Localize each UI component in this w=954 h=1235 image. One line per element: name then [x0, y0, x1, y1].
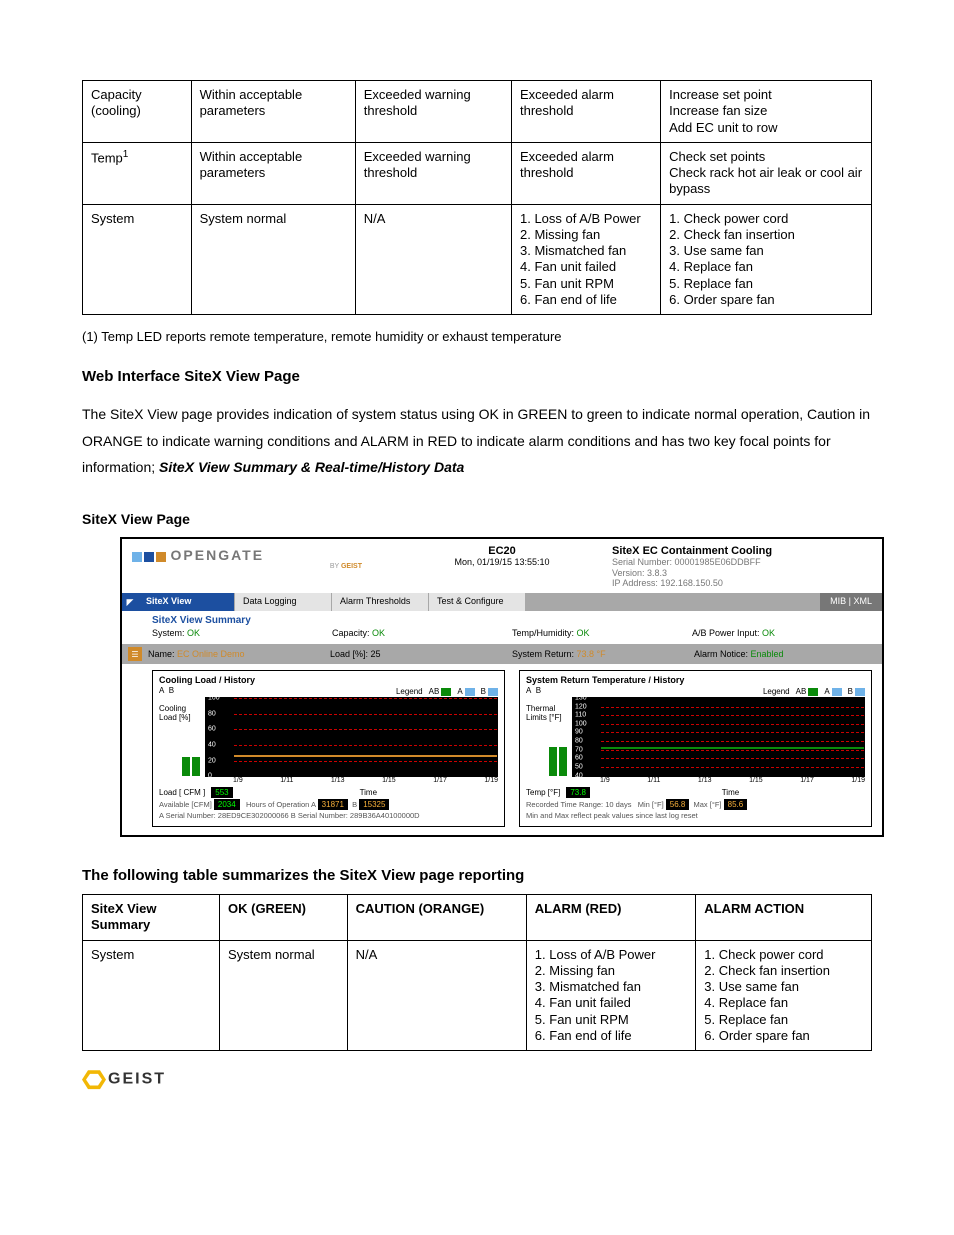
chart-system-return: System Return Temperature / History A BT…: [519, 670, 872, 827]
chart-cooling-load: Cooling Load / History A BCooling Load […: [152, 670, 505, 827]
mib-xml-link[interactable]: MIB | XML: [820, 593, 882, 611]
footnote-temp: (1) Temp LED reports remote temperature,…: [82, 329, 872, 344]
sitex-screenshot: OPENGATE BY GEIST EC20 Mon, 01/19/15 13:…: [120, 537, 884, 837]
paragraph-sitex-desc: The SiteX View page provides indication …: [82, 401, 872, 481]
tab-bar: ◤ SiteX View Data Logging Alarm Threshol…: [122, 593, 882, 611]
tab-data-logging[interactable]: Data Logging: [235, 593, 332, 611]
tab-sitex-view[interactable]: SiteX View: [138, 593, 235, 611]
status-table-top: Capacity (cooling)Within acceptable para…: [82, 80, 872, 315]
geist-hex-icon: [82, 1069, 106, 1090]
paragraph-emphasis: SiteX View Summary & Real-time/History D…: [159, 459, 464, 475]
corner-icon[interactable]: ◤: [122, 593, 138, 611]
sitex-summary: SiteX View Summary System: OKCapacity: O…: [122, 611, 882, 644]
footer-brand-geist: GEIST: [82, 1069, 872, 1090]
heading-table-summary: The following table summarizes the SiteX…: [82, 867, 872, 884]
heading-web-interface: Web Interface SiteX View Page: [82, 368, 872, 385]
tab-alarm-thresholds[interactable]: Alarm Thresholds: [332, 593, 429, 611]
header-center: EC20 Mon, 01/19/15 13:55:10: [402, 539, 602, 593]
device-row: ☰ Name: EC Online DemoLoad [%]: 25System…: [122, 644, 882, 664]
summary-title: SiteX View Summary: [152, 615, 872, 626]
status-table-bottom: SiteX View SummaryOK (GREEN)CAUTION (ORA…: [82, 894, 872, 1051]
logo-opengate: OPENGATE BY GEIST: [122, 539, 402, 593]
header-right: SiteX EC Containment Cooling Serial Numb…: [602, 539, 882, 593]
device-icon: ☰: [128, 647, 142, 661]
tab-test-configure[interactable]: Test & Configure: [429, 593, 526, 611]
heading-sitex-view-page: SiteX View Page: [82, 511, 872, 527]
